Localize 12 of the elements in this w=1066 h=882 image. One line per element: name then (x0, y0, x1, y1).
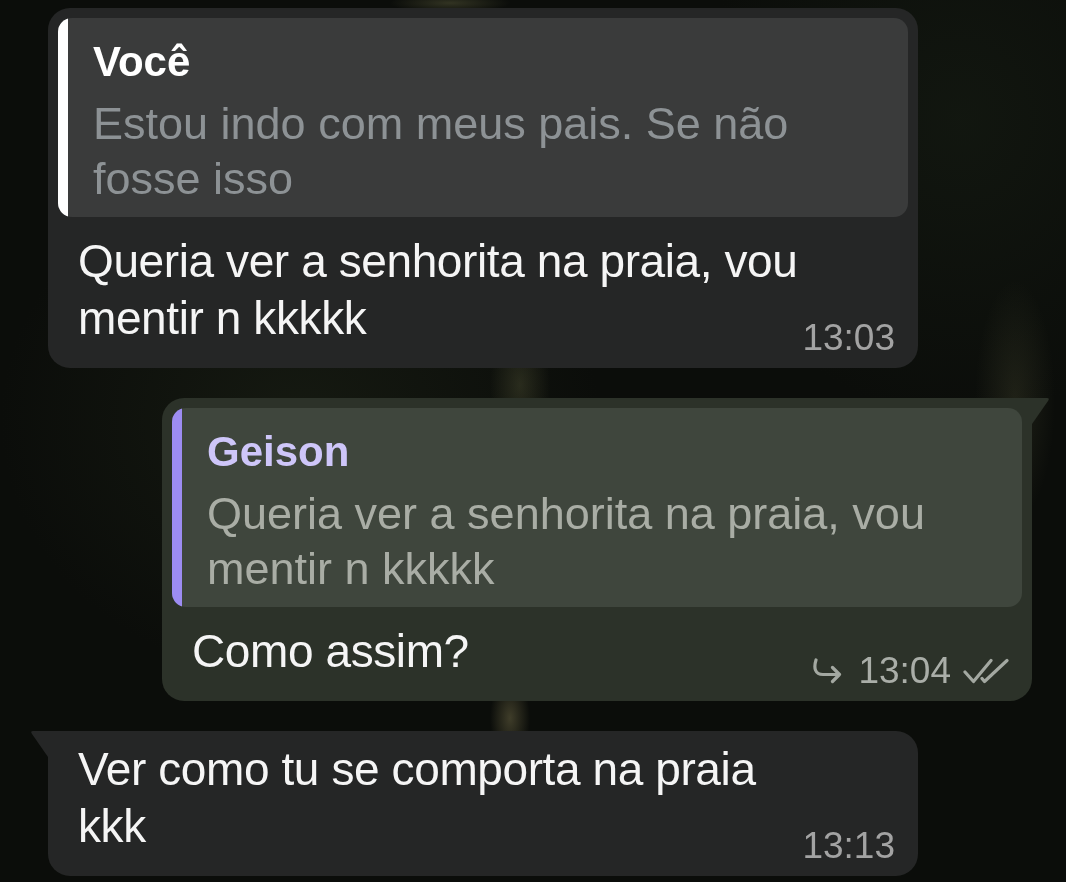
quote-text: Queria ver a senhorita na praia, vou mentir n kkkkk (207, 487, 926, 596)
message-text: Ver como tu se comporta na praia kkk (78, 742, 757, 854)
message-time: 13:04 (858, 654, 951, 688)
quote-text: Estou indo com meus pais. Se não fosse isso (93, 97, 790, 206)
quote-sender: Você (93, 38, 192, 86)
quote-sender: Geison (207, 428, 351, 476)
message-time: 13:03 (802, 321, 895, 355)
message-time: 13:13 (802, 829, 895, 863)
quoted-message[interactable]: Você Estou indo com meus pais. Se não fosse isso (58, 18, 908, 217)
message-text: Queria ver a senhorita na praia, vou mentir n kkkkk (78, 234, 799, 346)
quoted-message[interactable]: Geison Queria ver a senhorita na praia, vou mentir n kkkkk (172, 408, 1022, 607)
message-text: Como assim? (192, 624, 469, 679)
